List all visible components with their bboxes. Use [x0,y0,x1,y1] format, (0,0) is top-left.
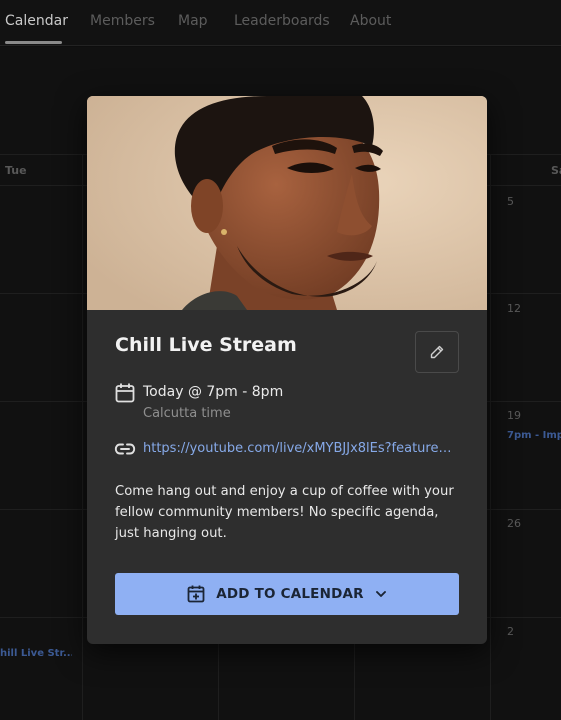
day-number[interactable]: 2 [507,625,514,638]
calendar-event-chip[interactable]: hill Live Str... [0,648,72,659]
tab-members[interactable]: Members [90,13,155,29]
event-cover-image [87,96,487,310]
event-datetime: Today @ 7pm - 8pm [143,384,284,400]
link-icon [114,443,136,455]
event-title: Chill Live Stream [115,334,297,356]
event-link[interactable]: https://youtube.com/live/xMYBJJx8lEs?fea… [143,441,459,456]
tab-map[interactable]: Map [178,13,208,29]
event-timezone: Calcutta time [143,406,231,421]
weekday-sat: Sa [551,164,561,177]
event-dialog: Chill Live Stream Today @ 7pm - 8pm Calc… [87,96,487,644]
calendar-event-chip[interactable]: 7pm - Impr [507,430,561,441]
event-description: Come hang out and enjoy a cup of coffee … [115,484,454,541]
add-to-calendar-label: ADD TO CALENDAR [216,586,364,602]
add-to-calendar-button[interactable]: ADD TO CALENDAR [115,573,459,615]
day-number[interactable]: 26 [507,517,521,530]
pencil-icon [430,345,444,359]
portrait-illustration [87,96,487,310]
chevron-down-icon [375,591,386,597]
tab-leaderboards[interactable]: Leaderboards [234,13,330,29]
day-number[interactable]: 5 [507,195,514,208]
weekday-tue: Tue [5,164,27,177]
tab-calendar[interactable]: Calendar [5,13,68,29]
calendar-toolbar [0,47,561,75]
top-nav: Calendar Members Map Leaderboards About [0,0,561,46]
tab-about[interactable]: About [350,13,391,29]
day-divider [490,154,491,720]
day-divider [82,154,83,720]
edit-button[interactable] [415,331,459,373]
day-number[interactable]: 12 [507,302,521,315]
active-tab-indicator [5,41,62,44]
calendar-icon [115,383,135,403]
day-number[interactable]: 19 [507,409,521,422]
calendar-add-icon [187,585,205,603]
